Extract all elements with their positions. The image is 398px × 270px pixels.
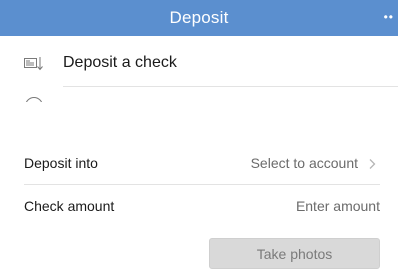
spacer — [0, 102, 398, 142]
deposit-into-row[interactable]: Deposit into Select to account — [0, 142, 398, 184]
app-header: Deposit •• — [0, 0, 398, 36]
check-amount-label: Check amount — [24, 198, 115, 214]
page-title: Deposit — [169, 8, 229, 27]
take-photos-button[interactable]: Take photos — [209, 238, 380, 269]
chevron-right-icon — [366, 157, 378, 169]
menu-item-label: Deposit a check — [63, 54, 177, 71]
deposit-into-label: Deposit into — [24, 155, 98, 171]
divider — [63, 86, 398, 87]
menu-item-deposit-check[interactable]: Deposit a check — [0, 41, 398, 87]
more-options-icon[interactable]: •• — [384, 11, 394, 23]
check-amount-row[interactable]: Check amount Enter amount — [0, 185, 398, 227]
deposit-into-value: Select to account — [250, 155, 358, 171]
check-amount-input[interactable]: Enter amount — [296, 198, 380, 214]
check-deposit-icon — [24, 56, 44, 72]
